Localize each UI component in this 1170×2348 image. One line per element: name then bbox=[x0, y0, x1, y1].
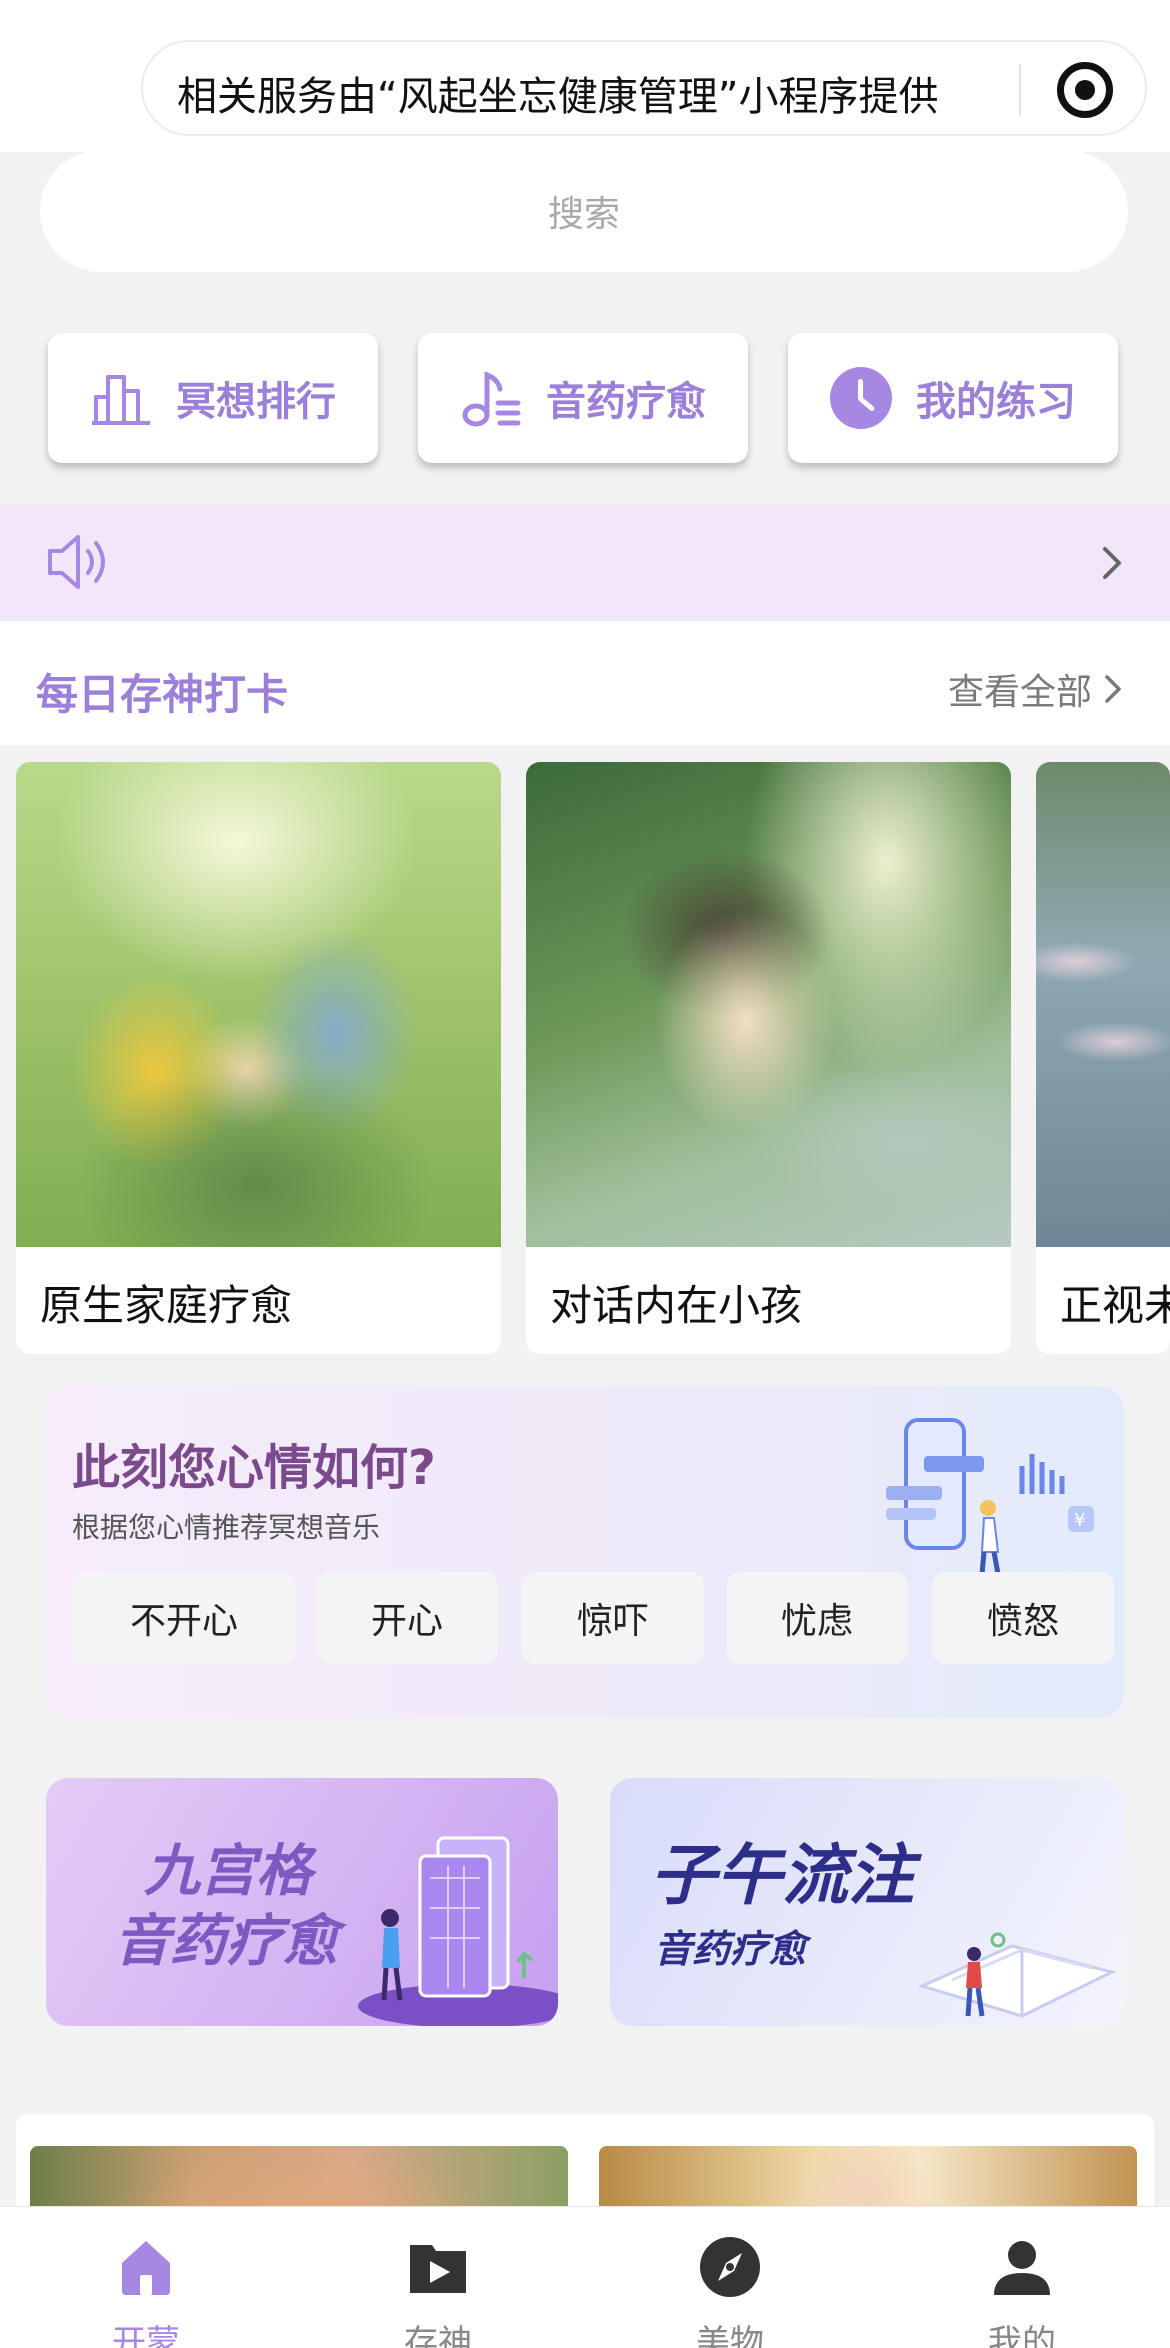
mood-option-happy[interactable]: 开心 bbox=[316, 1572, 498, 1664]
view-all-link[interactable]: 查看全部 bbox=[948, 663, 1126, 715]
play-icon bbox=[410, 2245, 466, 2293]
home-icon bbox=[122, 2241, 170, 2295]
svg-text:¥: ¥ bbox=[1074, 1510, 1085, 1531]
mood-panel: 此刻您心情如何? 根据您心情推荐冥想音乐 ¥ 不开心 开心 惊吓 忧虑 愤怒 bbox=[46, 1386, 1124, 1718]
promo-subtitle: 音药疗愈 bbox=[654, 1927, 807, 1971]
phone-illustration: ¥ bbox=[886, 1418, 1094, 1575]
bottom-tab-bar: 开蒙 存神 美物 我的 bbox=[0, 2206, 1170, 2348]
quick-action-label: 冥想排行 bbox=[176, 379, 336, 425]
daily-checkin-header: 每日存神打卡 查看全部 bbox=[0, 621, 1170, 745]
tab-label: 我的 bbox=[988, 2323, 1056, 2348]
target-icon[interactable] bbox=[1057, 62, 1113, 118]
compass-icon bbox=[700, 2237, 760, 2297]
ziwu-sound-healing-banner[interactable]: 子午流注 音药疗愈 bbox=[610, 1778, 1122, 2026]
mood-option-angry[interactable]: 愤怒 bbox=[932, 1572, 1114, 1664]
mood-subtitle: 根据您心情推荐冥想音乐 bbox=[72, 1511, 381, 1544]
promo-subtitle: 音药疗愈 bbox=[114, 1909, 338, 1974]
my-practice-button[interactable]: 我的练习 bbox=[788, 333, 1118, 463]
book-illustration bbox=[917, 1932, 1117, 2018]
sound-healing-button[interactable]: 音药疗愈 bbox=[418, 333, 748, 463]
course-title: 原生家庭疗愈 bbox=[40, 1281, 293, 1330]
bar-chart-icon bbox=[92, 375, 150, 425]
course-card[interactable]: 正视未 bbox=[1036, 762, 1170, 1354]
tab-label: 美物 bbox=[696, 2323, 764, 2348]
meditation-ranking-button[interactable]: 冥想排行 bbox=[48, 333, 378, 463]
course-image-child bbox=[526, 762, 1011, 1247]
service-provider-text: 相关服务由“风起坐忘健康管理”小程序提供 bbox=[177, 74, 939, 120]
music-note-icon bbox=[462, 371, 521, 427]
mood-option-unhappy[interactable]: 不开心 bbox=[72, 1572, 296, 1664]
tab-kaimeng[interactable]: 开蒙 bbox=[66, 2235, 226, 2348]
course-title: 对话内在小孩 bbox=[550, 1281, 803, 1330]
tab-mine[interactable]: 我的 bbox=[942, 2235, 1102, 2348]
service-capsule[interactable]: 相关服务由“风起坐忘健康管理”小程序提供 bbox=[141, 40, 1147, 136]
promo-title: 子午流注 bbox=[650, 1837, 914, 1914]
course-image-family bbox=[16, 762, 501, 1247]
user-icon bbox=[994, 2241, 1050, 2295]
quick-action-label: 音药疗愈 bbox=[546, 379, 706, 425]
tab-label: 开蒙 bbox=[112, 2323, 180, 2348]
notice-bar[interactable] bbox=[0, 505, 1170, 621]
mood-title: 此刻您心情如何? bbox=[72, 1440, 436, 1496]
top-bar: 相关服务由“风起坐忘健康管理”小程序提供 bbox=[0, 0, 1170, 152]
search-input[interactable]: 搜索 bbox=[40, 150, 1128, 272]
quick-action-label: 我的练习 bbox=[916, 379, 1076, 425]
search-placeholder: 搜索 bbox=[547, 194, 620, 235]
course-title: 正视未 bbox=[1060, 1281, 1170, 1330]
speaker-icon bbox=[48, 535, 105, 589]
course-image-pond bbox=[1036, 762, 1170, 1247]
nine-grid-sound-healing-banner[interactable]: 九宫格 音药疗愈 bbox=[46, 1778, 558, 2026]
chevron-right-icon[interactable] bbox=[1090, 541, 1134, 585]
chevron-right-icon bbox=[1105, 675, 1121, 703]
tab-meiwu[interactable]: 美物 bbox=[650, 2235, 810, 2348]
tab-label: 存神 bbox=[404, 2323, 472, 2348]
capsule-divider bbox=[1019, 64, 1021, 116]
mood-option-worried[interactable]: 忧虑 bbox=[726, 1572, 908, 1664]
tab-cunshen[interactable]: 存神 bbox=[358, 2235, 518, 2348]
door-illustration bbox=[358, 1836, 558, 2026]
course-card[interactable]: 原生家庭疗愈 bbox=[16, 762, 501, 1354]
view-all-label: 查看全部 bbox=[947, 672, 1092, 713]
clock-icon bbox=[830, 367, 892, 429]
mood-option-frightened[interactable]: 惊吓 bbox=[522, 1572, 704, 1664]
section-title: 每日存神打卡 bbox=[36, 670, 289, 719]
course-card[interactable]: 对话内在小孩 bbox=[526, 762, 1011, 1354]
promo-title: 九宫格 bbox=[144, 1839, 312, 1904]
